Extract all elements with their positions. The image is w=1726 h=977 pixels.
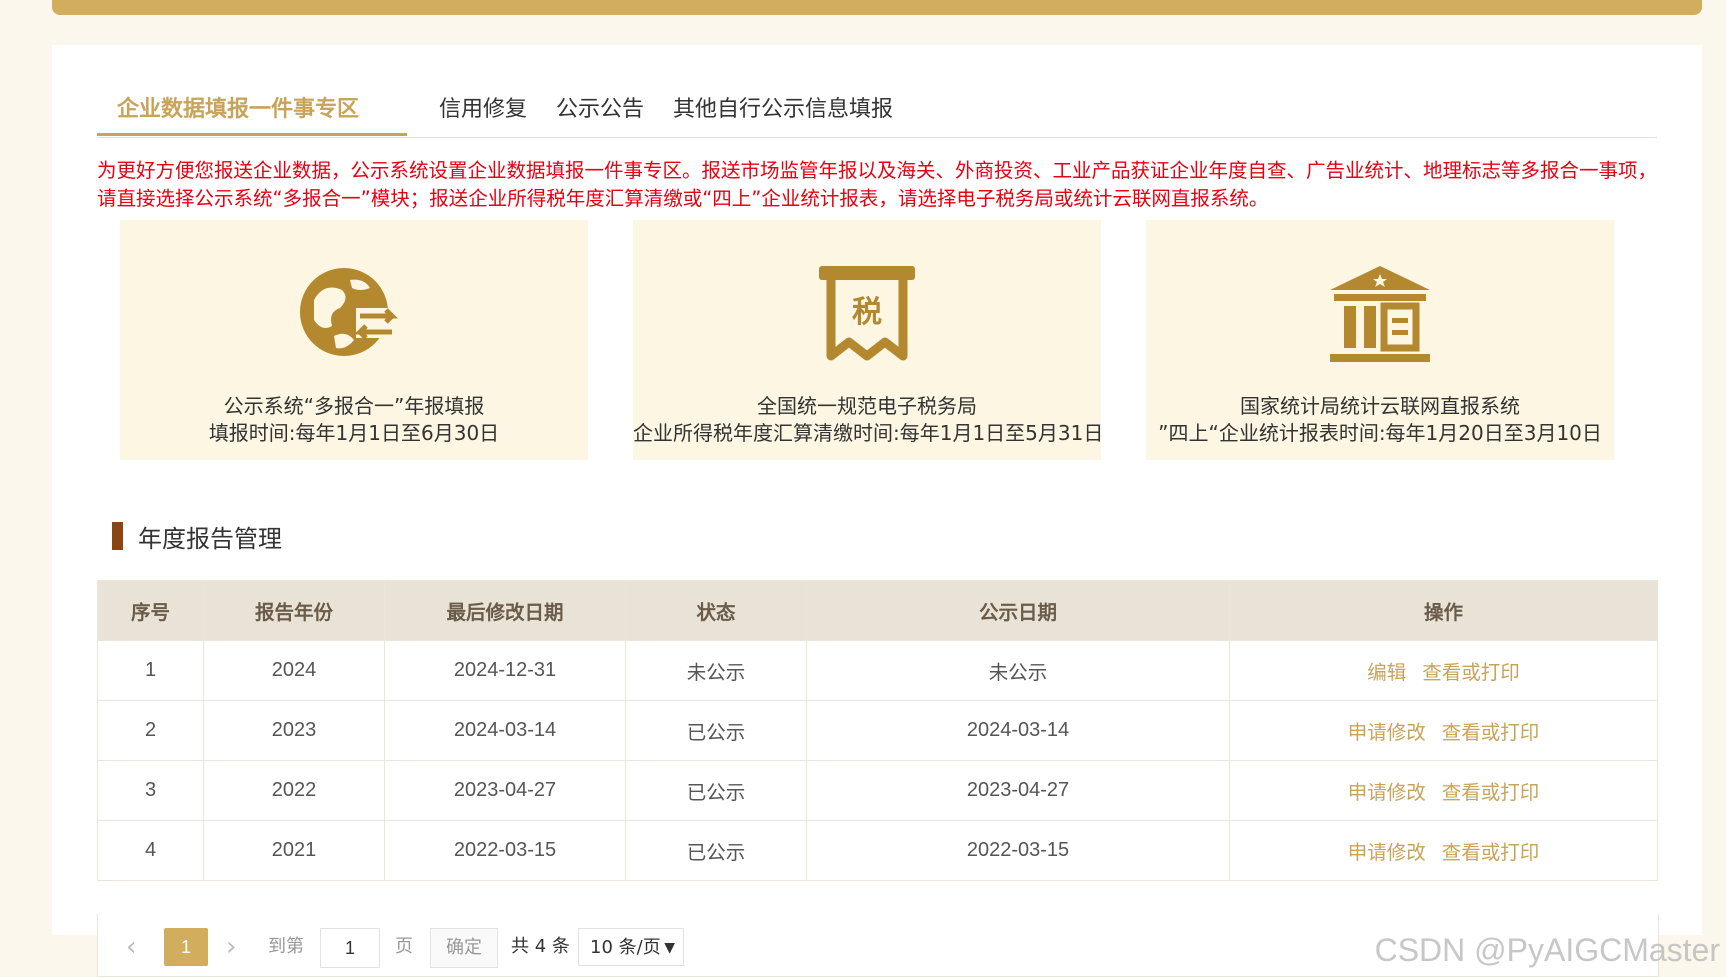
cell-status: 已公示: [625, 820, 807, 881]
top-banner-bar: [52, 0, 1702, 15]
col-header-modified: 最后修改日期: [384, 580, 626, 641]
cell-actions: 申请修改 查看或打印: [1229, 820, 1658, 881]
tax-receipt-icon: 税: [819, 266, 915, 361]
cell-index: 1: [97, 640, 204, 701]
card-statistics[interactable]: 国家统计局统计云联网直报系统 ”四上“企业统计报表时间:每年1月20日至3月10…: [1146, 220, 1614, 460]
next-page-button[interactable]: ›: [226, 928, 236, 966]
page-size-value: 10 条/页: [590, 937, 661, 958]
section-title: 年度报告管理: [138, 525, 282, 553]
cell-year: 2022: [203, 760, 385, 821]
page-size-select[interactable]: 10 条/页 ▼: [578, 928, 684, 966]
table-header-row: 序号 报告年份 最后修改日期 状态 公示日期 操作: [97, 580, 1658, 641]
cell-modified: 2024-12-31: [384, 640, 626, 701]
card-title: 国家统计局统计云联网直报系统: [1240, 394, 1520, 418]
card-multi-report[interactable]: 公示系统“多报合一”年报填报 填报时间:每年1月1日至6月30日: [120, 220, 588, 460]
confirm-button[interactable]: 确定: [430, 928, 498, 968]
section-marker: [112, 522, 123, 550]
tab-data-filing[interactable]: 企业数据填报一件事专区: [117, 85, 359, 135]
view-print-link[interactable]: 查看或打印: [1442, 721, 1540, 744]
card-title: 全国统一规范电子税务局: [757, 394, 977, 418]
col-header-index: 序号: [97, 580, 204, 641]
cell-actions: 编辑 查看或打印: [1229, 640, 1658, 701]
request-modify-link[interactable]: 申请修改: [1348, 781, 1426, 804]
tab-bar: 企业数据填报一件事专区 信用修复 公示公告 其他自行公示信息填报: [97, 85, 1657, 138]
card-tax-bureau[interactable]: 税 全国统一规范电子税务局 企业所得税年度汇算清缴时间:每年1月1日至5月31日: [633, 220, 1104, 460]
chevron-down-icon: ▼: [664, 940, 675, 956]
col-header-publish-date: 公示日期: [806, 580, 1230, 641]
cell-publish-date: 2024-03-14: [806, 700, 1230, 761]
cell-actions: 申请修改 查看或打印: [1229, 760, 1658, 821]
cell-status: 已公示: [625, 700, 807, 761]
card-subtitle: 企业所得税年度汇算清缴时间:每年1月1日至5月31日: [633, 421, 1104, 445]
col-header-actions: 操作: [1229, 580, 1658, 641]
goto-label: 到第: [268, 936, 304, 957]
cell-index: 3: [97, 760, 204, 821]
card-subtitle: 填报时间:每年1月1日至6月30日: [208, 421, 500, 445]
cell-modified: 2023-04-27: [384, 760, 626, 821]
view-print-link[interactable]: 查看或打印: [1422, 661, 1520, 684]
cell-index: 2: [97, 700, 204, 761]
globe-exchange-icon: [300, 268, 399, 356]
col-header-status: 状态: [625, 580, 807, 641]
cell-index: 4: [97, 820, 204, 881]
page-label: 页: [395, 936, 413, 957]
cell-modified: 2022-03-15: [384, 820, 626, 881]
view-print-link[interactable]: 查看或打印: [1442, 781, 1540, 804]
cell-status: 未公示: [625, 640, 807, 701]
request-modify-link[interactable]: 申请修改: [1348, 721, 1426, 744]
table-row: 4 2021 2022-03-15 已公示 2022-03-15 申请修改 查看或…: [97, 820, 1658, 881]
cell-year: 2021: [203, 820, 385, 881]
page-number-input[interactable]: [320, 928, 380, 968]
total-count: 共 4 条: [511, 936, 570, 957]
cell-status: 已公示: [625, 760, 807, 821]
main-panel: 企业数据填报一件事专区 信用修复 公示公告 其他自行公示信息填报 为更好方便您报…: [52, 45, 1702, 977]
cell-publish-date: 2023-04-27: [806, 760, 1230, 821]
card-subtitle: ”四上“企业统计报表时间:每年1月20日至3月10日: [1158, 421, 1602, 445]
table-row: 1 2024 2024-12-31 未公示 未公示 编辑 查看或打印: [97, 640, 1658, 701]
cell-year: 2024: [203, 640, 385, 701]
cell-year: 2023: [203, 700, 385, 761]
cell-publish-date: 2022-03-15: [806, 820, 1230, 881]
cell-actions: 申请修改 查看或打印: [1229, 700, 1658, 761]
card-title: 公示系统“多报合一”年报填报: [223, 394, 485, 418]
cell-modified: 2024-03-14: [384, 700, 626, 761]
table-row: 2 2023 2024-03-14 已公示 2024-03-14 申请修改 查看或…: [97, 700, 1658, 761]
tab-announcements[interactable]: 公示公告: [556, 85, 644, 135]
annual-report-table: 序号 报告年份 最后修改日期 状态 公示日期 操作 1 2024 2024-12…: [97, 580, 1658, 881]
table-row: 3 2022 2023-04-27 已公示 2023-04-27 申请修改 查看或…: [97, 760, 1658, 821]
notice-text: 为更好方便您报送企业数据，公示系统设置企业数据填报一件事专区。报送市场监管年报以…: [97, 159, 1658, 210]
watermark: CSDN @PyAIGCMaster: [1374, 932, 1720, 968]
edit-link[interactable]: 编辑: [1367, 661, 1406, 684]
view-print-link[interactable]: 查看或打印: [1442, 841, 1540, 864]
current-page-button[interactable]: 1: [164, 928, 208, 966]
request-modify-link[interactable]: 申请修改: [1348, 841, 1426, 864]
prev-page-button[interactable]: ‹: [126, 928, 136, 966]
cell-publish-date: 未公示: [806, 640, 1230, 701]
active-tab-indicator: [97, 133, 407, 136]
tab-credit-repair[interactable]: 信用修复: [439, 85, 527, 135]
col-header-year: 报告年份: [203, 580, 385, 641]
government-building-icon: [1330, 266, 1430, 362]
tab-other-disclosure[interactable]: 其他自行公示信息填报: [673, 85, 893, 135]
tax-icon-char: 税: [852, 295, 882, 330]
